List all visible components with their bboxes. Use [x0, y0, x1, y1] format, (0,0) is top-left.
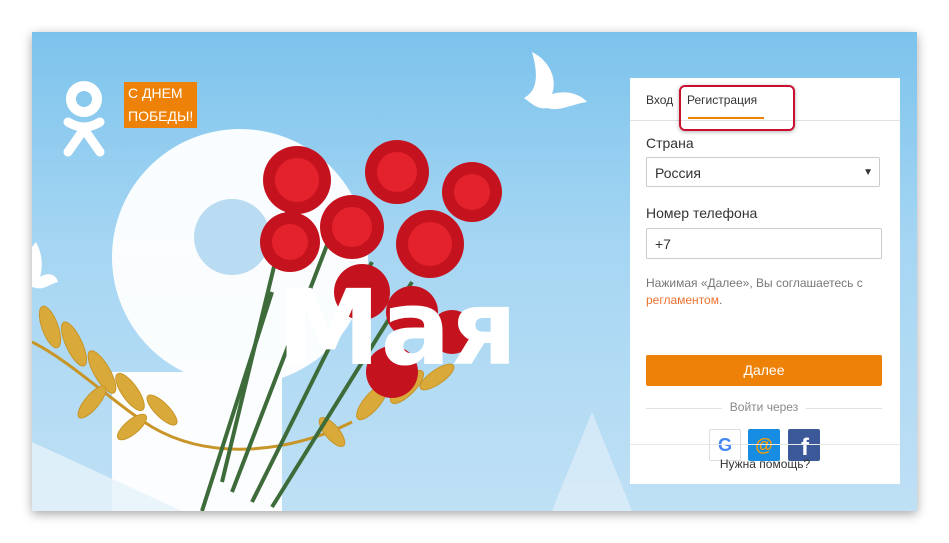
help-link[interactable]: Нужна помощь? [630, 457, 900, 471]
terms-text: Нажимая «Далее», Вы соглашаетесь с регла… [646, 275, 886, 309]
banner-line-2: ПОБЕДЫ! [128, 108, 194, 124]
terms-end: . [718, 293, 723, 307]
country-select[interactable]: Россия ▼ [646, 157, 880, 187]
terms-link[interactable]: регламентом [646, 293, 719, 307]
phone-label: Номер телефона [646, 205, 758, 221]
tab-highlight-frame [679, 85, 795, 131]
country-value: Россия [655, 165, 701, 181]
ray-shape [552, 412, 632, 511]
phone-input[interactable]: +7 [646, 228, 882, 259]
social-divider: Войти через [646, 400, 882, 414]
dropdown-arrow-icon: ▼ [863, 167, 873, 178]
country-label: Страна [646, 135, 694, 151]
dove-icon [524, 52, 587, 110]
svg-text:@: @ [755, 435, 773, 455]
next-button[interactable]: Далее [646, 355, 882, 386]
page-frame: Мая С ДНЕМ ПОБЕДЫ! Вход Регистрация Стра… [32, 32, 917, 511]
help-divider [630, 444, 900, 445]
social-divider-text: Войти через [721, 400, 807, 414]
terms-prefix: Нажимая «Далее», Вы соглашаетесь с [646, 276, 863, 290]
tab-login[interactable]: Вход [646, 93, 673, 107]
banner-line-1: С ДНЕМ [128, 85, 183, 101]
odnoklassniki-logo-icon[interactable] [60, 80, 108, 164]
nine-hole [194, 199, 270, 275]
dove-icon [32, 242, 58, 289]
svg-text:G: G [718, 435, 732, 455]
may-word: Мая [277, 267, 517, 389]
victory-day-banner: С ДНЕМ ПОБЕДЫ! [124, 82, 198, 128]
google-icon: G [718, 435, 732, 455]
auth-panel: Вход Регистрация Страна Россия ▼ Номер т… [630, 78, 900, 484]
